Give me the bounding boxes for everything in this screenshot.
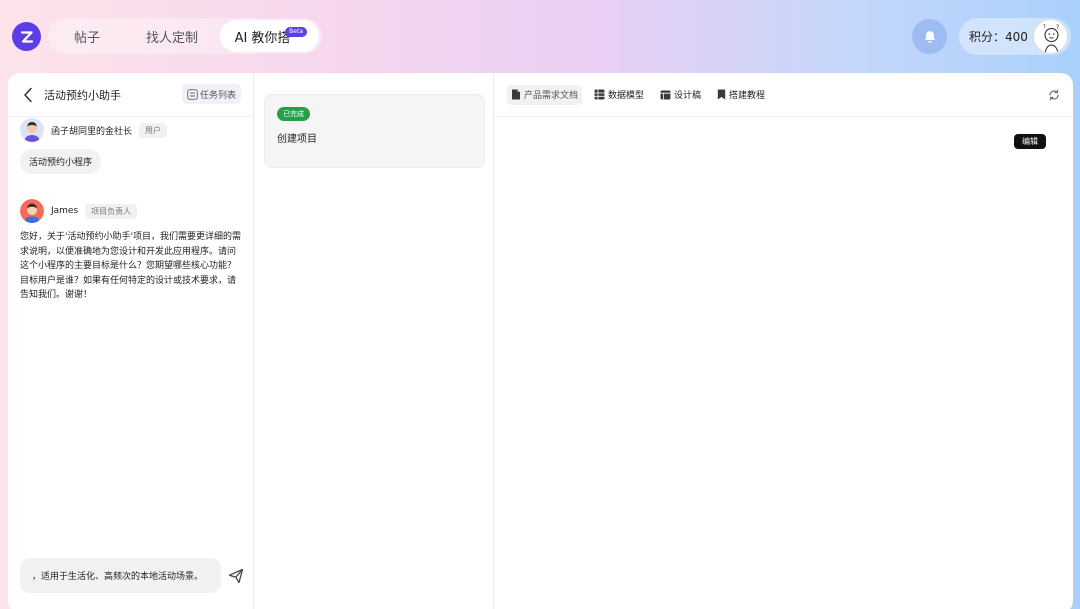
assistant-message-text: 您好，关于'活动预约小助手'项目，我们需要更详细的需求说明，以便准确地为您设计和… bbox=[20, 232, 241, 300]
message-header-assistant: James 项目负责人 bbox=[20, 199, 138, 223]
tab-ai-build[interactable]: AI 教你搭 Beta bbox=[220, 20, 319, 52]
layout-icon bbox=[660, 90, 671, 99]
svg-text:?: ? bbox=[1056, 24, 1059, 31]
workspace-panel: 活动预约小助手 任务列表 函子胡同里的金社长 用户 活动预约小程序 James … bbox=[8, 73, 1073, 609]
assistant-face-icon bbox=[20, 199, 44, 223]
chat-header: 活动预约小助手 任务列表 bbox=[8, 73, 253, 117]
document-column: 产品需求文档 数据模型 设计稿 搭建教程 编辑 bbox=[494, 73, 1073, 609]
user-face-icon bbox=[20, 118, 44, 142]
tab-design[interactable]: 设计稿 bbox=[656, 85, 705, 105]
sender-name: James bbox=[51, 206, 79, 216]
task-list-label: 任务列表 bbox=[199, 90, 236, 101]
tab-posts-label: 帖子 bbox=[73, 30, 100, 46]
chat-input[interactable]: ，适用于生活化、高频次的本地活动场景。 bbox=[20, 558, 221, 593]
file-icon bbox=[512, 89, 520, 100]
avatar bbox=[20, 118, 44, 142]
task-title: 创建项目 bbox=[277, 134, 317, 145]
tab-design-label: 设计稿 bbox=[674, 91, 702, 101]
main-nav: 帖子 找人定制 AI 教你搭 Beta bbox=[48, 18, 322, 54]
chevron-left-icon bbox=[24, 87, 32, 102]
sender-name: 函子胡同里的金社长 bbox=[51, 126, 133, 137]
notification-button[interactable] bbox=[912, 19, 947, 54]
edit-button[interactable]: 编辑 bbox=[1014, 134, 1046, 149]
tab-tutorial[interactable]: 搭建教程 bbox=[713, 85, 769, 105]
task-column: 已完成 创建项目 bbox=[254, 73, 494, 609]
task-list-button[interactable]: 任务列表 bbox=[181, 84, 241, 104]
points-label: 积分：400 bbox=[969, 30, 1028, 44]
top-bar: 帖子 找人定制 AI 教你搭 Beta 积分：400 ? ? bbox=[0, 0, 1080, 72]
refresh-button[interactable] bbox=[1047, 88, 1061, 102]
tab-posts[interactable]: 帖子 bbox=[50, 20, 124, 52]
tab-requirements-doc-label: 产品需求文档 bbox=[524, 91, 579, 101]
role-badge: 用户 bbox=[139, 122, 168, 138]
send-button[interactable] bbox=[227, 567, 245, 585]
list-icon bbox=[187, 88, 198, 100]
send-icon bbox=[228, 568, 244, 584]
tab-ai-build-label: AI 教你搭 bbox=[234, 30, 291, 46]
tab-data-model[interactable]: 数据模型 bbox=[590, 85, 648, 105]
document-tabs: 产品需求文档 数据模型 设计稿 搭建教程 bbox=[494, 73, 1073, 117]
task-card[interactable]: 已完成 创建项目 bbox=[264, 94, 485, 168]
user-message-bubble: 活动预约小程序 bbox=[20, 149, 102, 174]
chat-column: 活动预约小助手 任务列表 函子胡同里的金社长 用户 活动预约小程序 James … bbox=[8, 73, 254, 609]
status-badge: 已完成 bbox=[277, 107, 310, 121]
tab-tutorial-label: 搭建教程 bbox=[729, 91, 766, 101]
bell-icon bbox=[924, 30, 935, 43]
message-header-user: 函子胡同里的金社长 用户 bbox=[20, 118, 168, 142]
chat-title: 活动预约小助手 bbox=[44, 88, 121, 102]
svg-text:?: ? bbox=[1043, 24, 1046, 30]
points-pill[interactable]: 积分：400 ? ? bbox=[959, 18, 1071, 55]
tab-custom-hire[interactable]: 找人定制 bbox=[124, 20, 220, 52]
table-icon bbox=[594, 89, 605, 100]
tab-requirements-doc[interactable]: 产品需求文档 bbox=[507, 84, 583, 105]
bookmark-icon bbox=[717, 89, 726, 100]
sketch-avatar-icon: ? ? bbox=[1043, 24, 1059, 53]
refresh-icon bbox=[1049, 89, 1059, 101]
logo-z-icon bbox=[20, 30, 33, 43]
tab-data-model-label: 数据模型 bbox=[608, 91, 645, 101]
tab-custom-hire-label: 找人定制 bbox=[145, 30, 198, 46]
beta-badge: Beta bbox=[285, 27, 307, 37]
avatar bbox=[20, 199, 44, 223]
user-avatar[interactable]: ? ? bbox=[1033, 19, 1068, 54]
back-button[interactable] bbox=[20, 87, 36, 103]
app-logo[interactable] bbox=[12, 22, 41, 51]
role-badge: 项目负责人 bbox=[85, 203, 138, 219]
